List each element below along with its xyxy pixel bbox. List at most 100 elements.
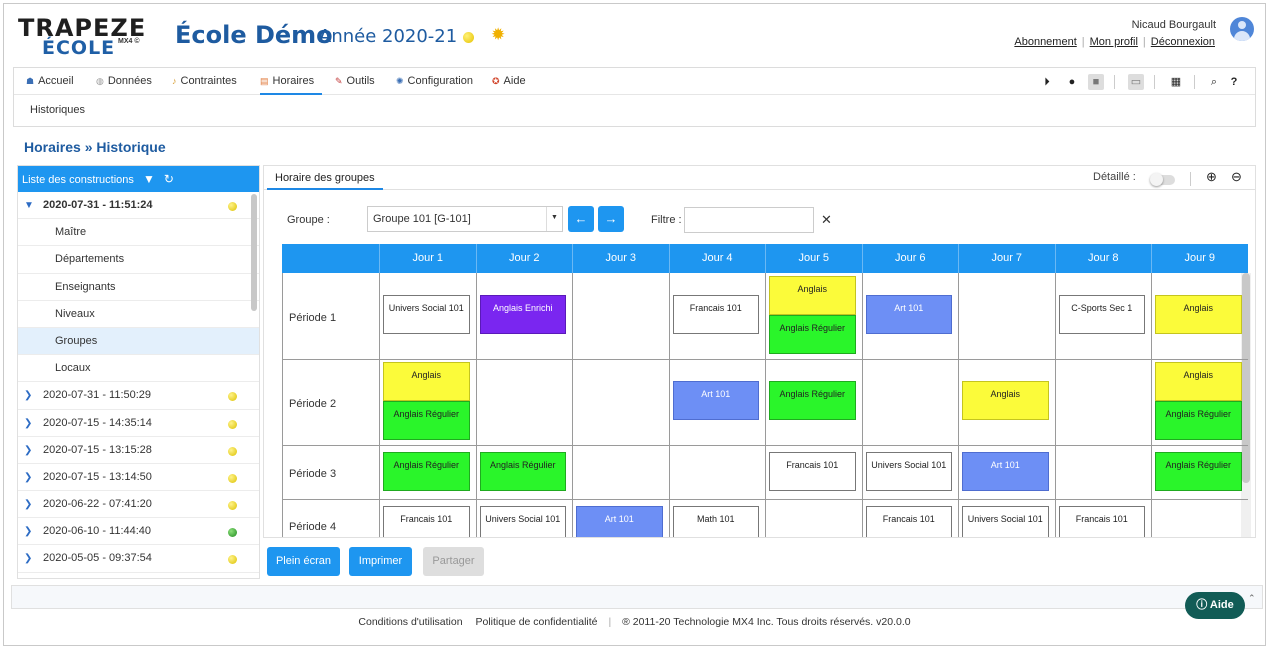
list-item[interactable]: ❯ 2020-07-15 - 13:14:50 <box>18 464 259 492</box>
share-button: Partager <box>423 547 484 576</box>
schedule-cell[interactable]: Anglais <box>962 381 1049 420</box>
refresh-icon[interactable]: ↻ <box>164 172 174 186</box>
list-item[interactable]: Niveaux <box>18 301 259 328</box>
grid-header-day: Jour 6 <box>861 244 959 273</box>
group-select[interactable]: Groupe 101 [G-101] ▼ <box>367 206 563 232</box>
grid-header-day: Jour 7 <box>958 244 1055 273</box>
list-item[interactable]: Locaux <box>18 355 259 383</box>
list-item[interactable]: ❯ 2020-07-31 - 11:50:29 <box>18 382 259 410</box>
schedule-cell[interactable]: Francais 101 <box>672 295 759 334</box>
schedule-cell[interactable]: Francais 101 <box>769 452 856 491</box>
collapsed-icon: ❯ <box>24 417 33 429</box>
group-label: Groupe : <box>287 214 330 226</box>
schedule-panel: Horaire des groupes Détaillé : ⊕ ⊖ Group… <box>263 165 1256 538</box>
gear-icon: ✺ <box>396 76 404 86</box>
fullscreen-button[interactable]: Plein écran <box>267 547 340 576</box>
schedule-cell[interactable]: Anglais Régulier <box>769 315 856 354</box>
status-dot <box>228 202 237 211</box>
schedule-cell[interactable]: Francais 101 <box>865 506 952 537</box>
status-dot <box>228 501 237 511</box>
search-icon[interactable]: ⌕ <box>1206 74 1222 90</box>
clear-filter-icon[interactable]: ✕ <box>821 212 832 228</box>
constructions-header: Liste des constructions ▼ ↻ <box>18 166 259 192</box>
schedule-cell[interactable]: Anglais Régulier <box>1155 452 1242 491</box>
filter-input[interactable] <box>684 207 814 233</box>
app-window: TRAPEZE ÉCOLE MX4 © École Démo Année 202… <box>3 3 1266 646</box>
schedule-cell[interactable]: Art 101 <box>576 506 663 537</box>
grid-header-day: Jour 4 <box>668 244 766 273</box>
subnav-historiques[interactable]: Historiques <box>30 104 85 116</box>
grid-header-day: Jour 9 <box>1151 244 1248 273</box>
schedule-cell[interactable]: Art 101 <box>962 452 1049 491</box>
list-item[interactable]: Départements <box>18 246 259 274</box>
help-icon[interactable]: ? <box>1226 74 1242 90</box>
list-item[interactable]: Maître <box>18 219 259 247</box>
detail-toggle[interactable] <box>1150 173 1175 186</box>
zoom-in-icon[interactable]: ⊕ <box>1206 169 1217 185</box>
list-item[interactable]: ❯ 2020-06-10 - 11:44:40 <box>18 518 259 546</box>
play-icon[interactable]: ● <box>1064 74 1080 90</box>
list-item[interactable]: Enseignants <box>18 274 259 301</box>
schedule-cell[interactable]: C-Sports Sec 1 <box>1058 295 1145 334</box>
list-item[interactable]: ❯ 2020-07-15 - 13:15:28 <box>18 437 259 464</box>
status-dot <box>228 528 237 538</box>
nav-item-contraintes[interactable]: ♪ Contraintes <box>172 68 237 95</box>
schedule-cell[interactable]: Anglais <box>769 276 856 315</box>
schedule-cell[interactable]: Anglais Régulier <box>383 452 470 491</box>
nav-item-horaires[interactable]: ▤ Horaires <box>260 68 323 95</box>
toolbar-divider <box>1114 75 1115 89</box>
help-chat-button[interactable]: ⓘ Aide <box>1185 592 1245 619</box>
schedule-cell[interactable]: Art 101 <box>672 381 759 420</box>
schedule-cell[interactable]: Univers Social 101 <box>865 452 952 491</box>
schedule-cell[interactable]: Anglais Enrichi <box>479 295 566 334</box>
list-item[interactable]: ❯ 2020-06-22 - 07:41:20 <box>18 491 259 519</box>
nav-item-donnees[interactable]: ◍ Données <box>96 68 152 95</box>
list-item-selected[interactable]: Groupes <box>18 327 259 356</box>
logout-link[interactable]: Déconnexion <box>1151 36 1215 48</box>
schedule-cell[interactable]: Anglais Régulier <box>479 452 566 491</box>
profile-link[interactable]: Mon profil <box>1090 36 1138 48</box>
terms-link[interactable]: Conditions d'utilisation <box>358 616 462 628</box>
filter-icon[interactable]: ▼ <box>143 172 155 186</box>
main-nav: ☗ Accueil ◍ Données ♪ Contraintes ▤ Horaires… <box>13 67 1256 127</box>
schedule-cell[interactable]: Univers Social 101 <box>383 295 470 334</box>
schedule-cell[interactable]: Francais 101 <box>383 506 470 537</box>
avatar[interactable] <box>1230 17 1254 41</box>
header: TRAPEZE ÉCOLE MX4 © École Démo Année 202… <box>4 4 1265 66</box>
stop-icon[interactable]: ■ <box>1088 74 1104 90</box>
nav-item-outils[interactable]: ✎ Outils <box>335 68 375 95</box>
calendar-icon[interactable]: ▦ <box>1168 74 1184 90</box>
schedule-cell[interactable]: Art 101 <box>865 295 952 334</box>
nav-item-accueil[interactable]: ☗ Accueil <box>26 68 74 95</box>
list-item[interactable]: ❯ 2020-07-15 - 14:35:14 <box>18 410 259 437</box>
play-outline-icon[interactable]: ⏵ <box>1039 74 1055 90</box>
schedule-cell[interactable]: Anglais Régulier <box>769 381 856 420</box>
schedule-cell[interactable]: Anglais <box>383 362 470 401</box>
zoom-out-icon[interactable]: ⊖ <box>1231 169 1242 185</box>
inbox-icon[interactable]: ▭ <box>1128 74 1144 90</box>
expanded-icon: ▼ <box>24 200 34 211</box>
schedule-cell[interactable]: Anglais Régulier <box>1155 401 1242 440</box>
next-button[interactable]: → <box>598 206 624 232</box>
grid-header-day: Jour 3 <box>572 244 669 273</box>
schedule-cell[interactable]: Anglais <box>1155 362 1242 401</box>
schedule-cell[interactable]: Francais 101 <box>1058 506 1145 537</box>
privacy-link[interactable]: Politique de confidentialité <box>476 616 598 628</box>
print-button[interactable]: Imprimer <box>349 547 412 576</box>
list-item[interactable]: ▼ 2020-07-31 - 11:51:24 <box>18 192 259 220</box>
nav-item-configuration[interactable]: ✺ Configuration <box>396 68 473 95</box>
scrollbar[interactable] <box>251 194 257 311</box>
collapsed-icon: ❯ <box>24 526 33 538</box>
schedule-cell[interactable]: Univers Social 101 <box>962 506 1049 537</box>
schedule-cell[interactable]: Math 101 <box>672 506 759 537</box>
chevron-up-icon[interactable]: ⌃ <box>1248 593 1256 604</box>
previous-button[interactable]: ← <box>568 206 594 232</box>
schedule-cell[interactable]: Anglais <box>1155 295 1242 334</box>
subscription-link[interactable]: Abonnement <box>1014 36 1076 48</box>
grid-line <box>282 499 1248 500</box>
schedule-cell[interactable]: Anglais Régulier <box>383 401 470 440</box>
nav-item-aide[interactable]: ✪ Aide <box>492 68 526 95</box>
schedule-cell[interactable]: Univers Social 101 <box>479 506 566 537</box>
tab-horaire-groupes[interactable]: Horaire des groupes <box>267 166 383 190</box>
list-item[interactable]: ❯ 2020-05-05 - 09:37:54 <box>18 545 259 573</box>
